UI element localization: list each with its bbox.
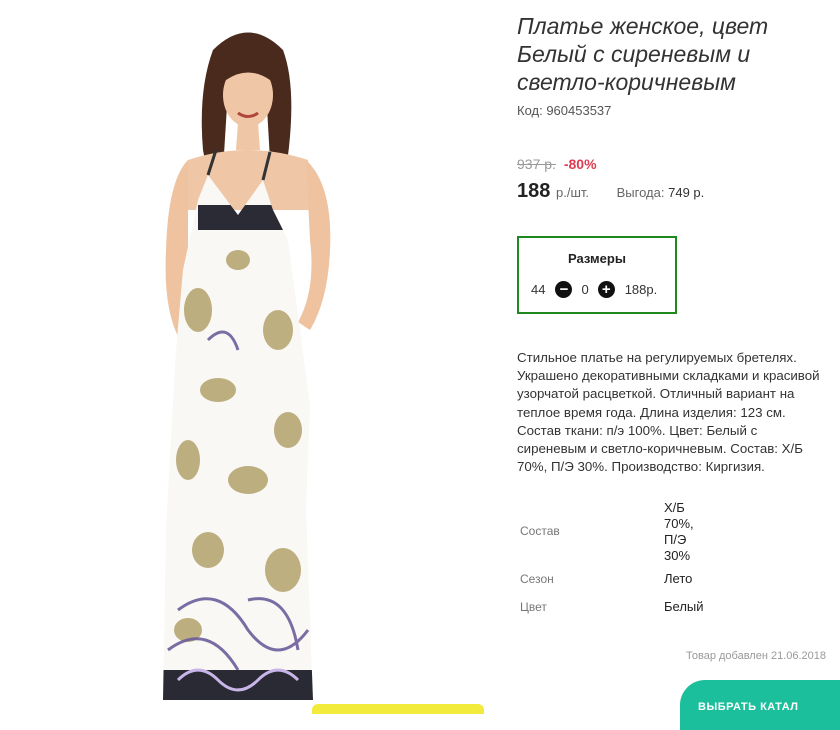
product-title: Платье женское, цвет Белый с сиреневым и… [517, 12, 837, 96]
property-value: Белый [664, 599, 704, 614]
description-line: сиреневым и светло-коричневым. Состав: Х… [517, 441, 803, 457]
catalog-button[interactable]: ВЫБРАТЬ КАТАЛ [680, 680, 840, 730]
size-value: 44 [531, 281, 546, 297]
description-line: Украшено декоративными складками и краси… [517, 368, 820, 384]
property-value-line: 70%, [664, 516, 694, 531]
yellow-action-bar[interactable] [312, 704, 484, 714]
product-photo[interactable] [48, 10, 498, 708]
description-line: 70%, П/Э 30%. Производство: Киргизия. [517, 459, 765, 475]
description-line: узорчатой расцветкой. Отличный вариант н… [517, 386, 795, 402]
property-label: Сезон [520, 572, 554, 586]
product-title-line: Платье женское, цвет [517, 13, 769, 39]
product-title-line: светло-коричневым [517, 69, 736, 95]
size-price: 188р. [624, 281, 658, 297]
plus-circle-icon[interactable]: + [597, 280, 615, 298]
product-title-line: Белый с сиреневым и [517, 41, 751, 67]
added-date: Товар добавлен 21.06.2018 [686, 650, 827, 662]
price-unit: р./шт. [556, 185, 590, 200]
description-line: теплое время года. Длина изделия: 123 см… [517, 404, 786, 420]
price-row: 188 р./шт. Выгода: 749 р. [517, 180, 704, 203]
description-line: Состав ткани: п/э 100%. Цвет: Белый с [517, 422, 758, 438]
discount-badge: -80% [563, 156, 597, 172]
property-value: Лето [664, 571, 693, 586]
old-price: 937 р. [517, 156, 556, 172]
product-code: Код: 960453537 [517, 103, 612, 118]
sizes-title: Размеры [568, 251, 626, 266]
property-value: Х/Б 70%, П/Э 30% [664, 500, 694, 564]
catalog-button-label: ВЫБРАТЬ КАТАЛ [698, 701, 799, 713]
price: 188 [517, 180, 551, 202]
property-value-line: Х/Б [664, 500, 685, 515]
quantity-value[interactable]: 0 [581, 282, 588, 297]
size-row: 44 − 0 + 188р. [531, 280, 657, 298]
savings-label: Выгода: [616, 185, 665, 200]
minus-circle-icon[interactable]: − [555, 280, 573, 298]
product-description: Стильное платье на регулируемых бретелях… [517, 349, 840, 476]
description-line: Стильное платье на регулируемых бретелях… [517, 350, 797, 365]
old-price-row: 937 р. -80% [517, 156, 597, 172]
property-value-line: 30% [664, 548, 691, 563]
savings-value: 749 р. [668, 185, 705, 200]
property-label: Состав [520, 524, 560, 538]
property-value-line: П/Э [664, 532, 687, 547]
property-label: Цвет [520, 600, 547, 614]
sizes-box: Размеры 44 − 0 + 188р. [517, 236, 677, 314]
